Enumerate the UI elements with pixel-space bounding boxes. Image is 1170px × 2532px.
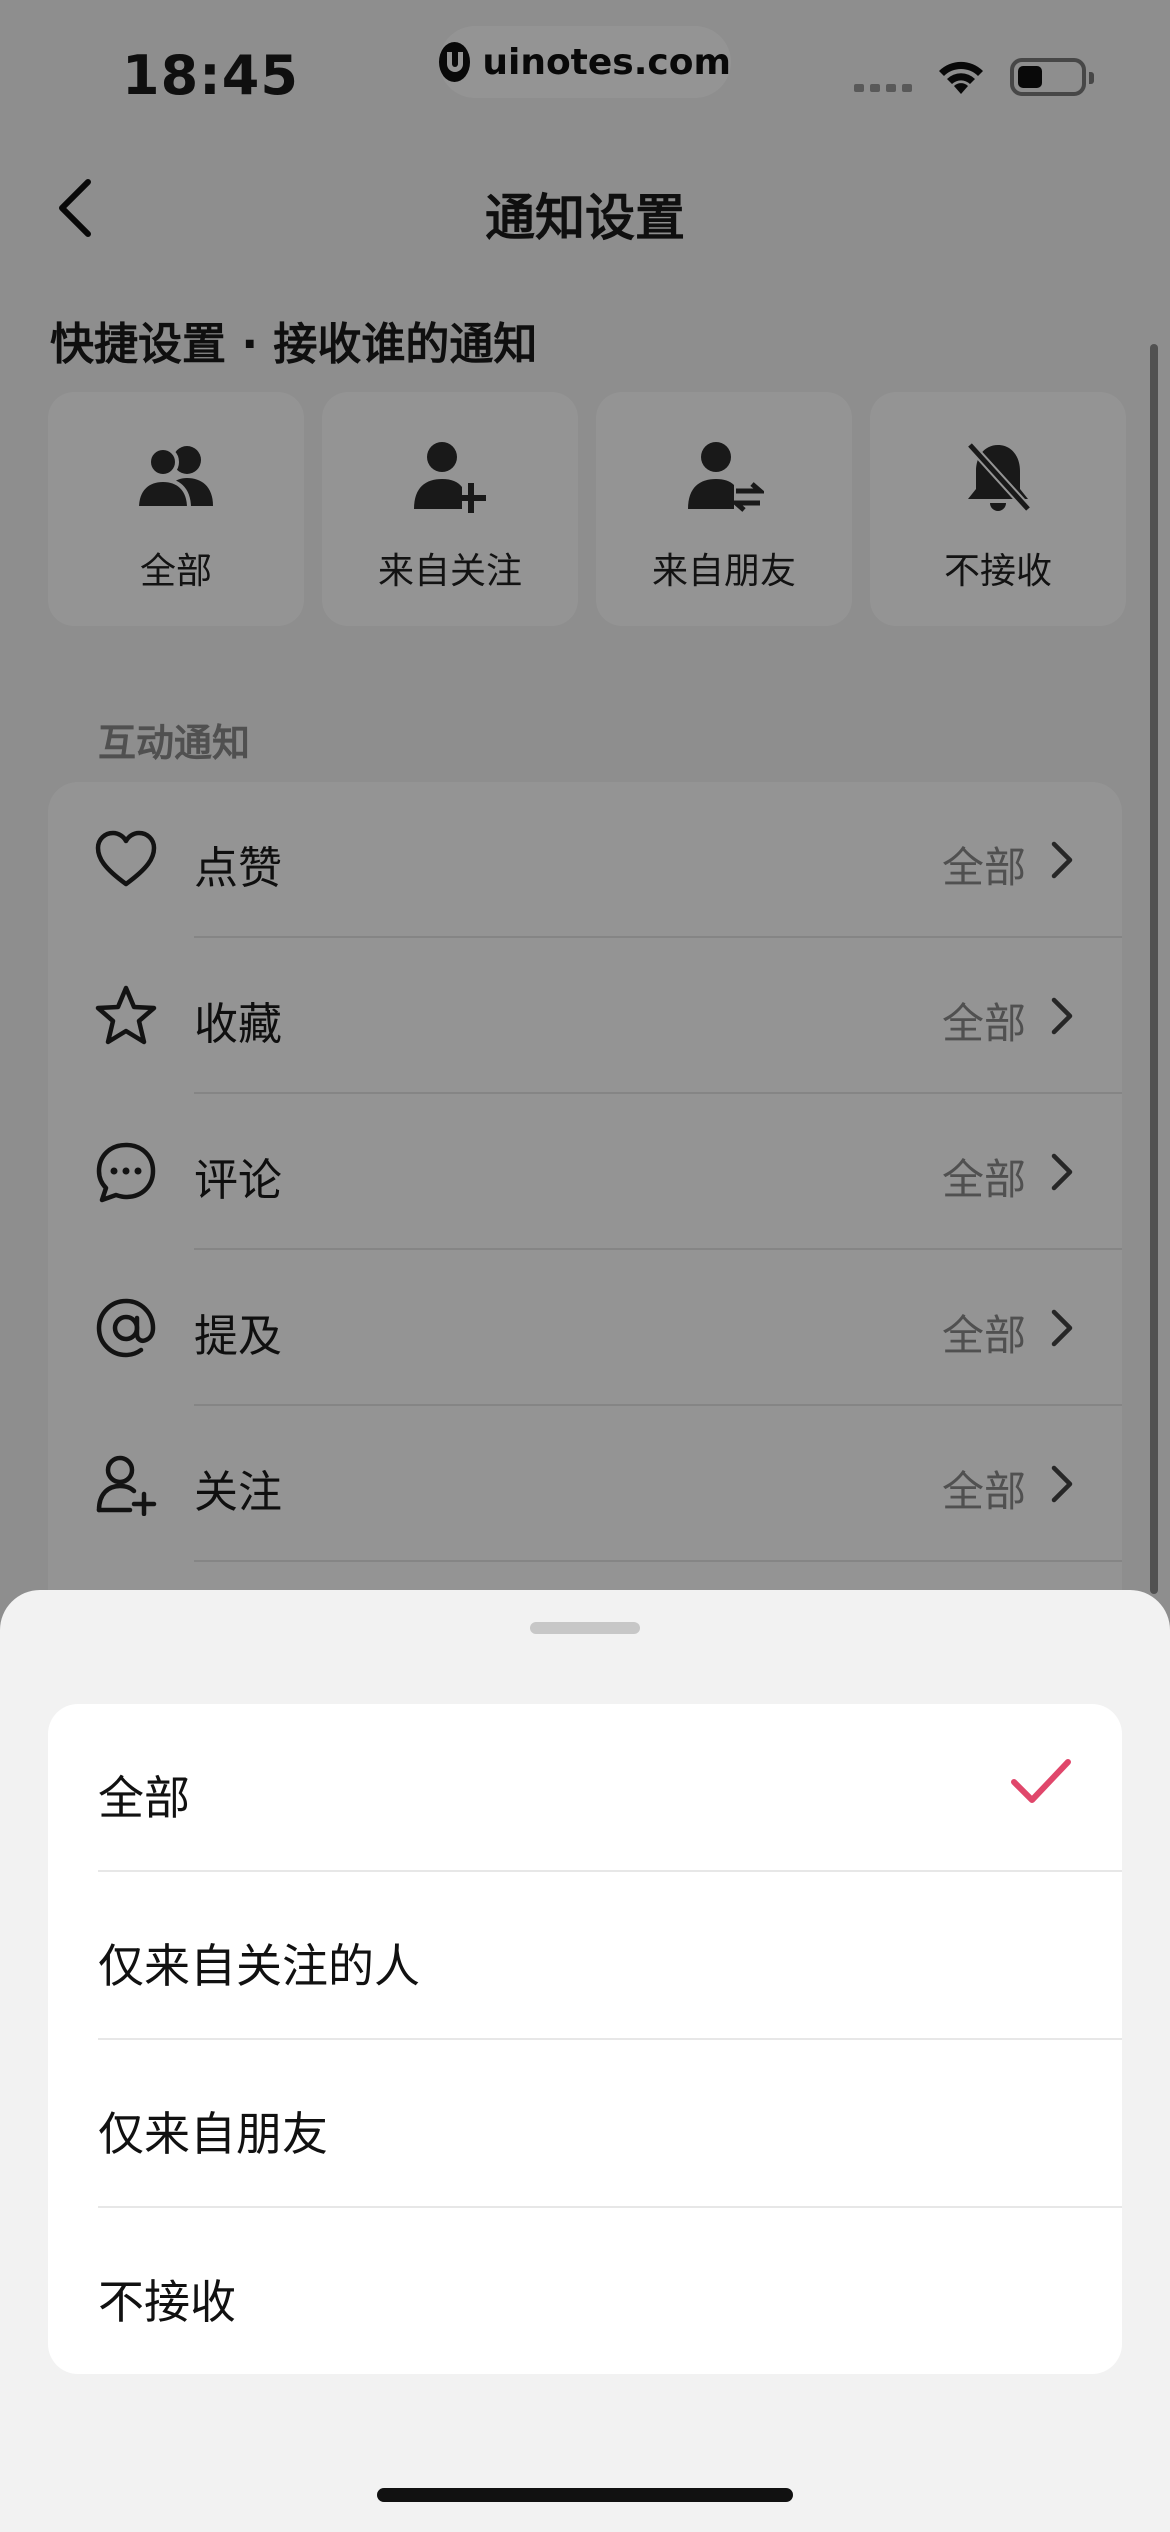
option-label: 全部 — [98, 1771, 190, 1825]
option-label: 仅来自关注的人 — [98, 1939, 420, 1993]
home-indicator[interactable] — [377, 2488, 793, 2502]
option-bottom-sheet: 全部 仅来自关注的人 仅来自朋友 不接收 — [0, 1590, 1170, 2532]
options-list: 全部 仅来自关注的人 仅来自朋友 不接收 — [48, 1704, 1122, 2374]
option-label: 不接收 — [98, 2275, 236, 2329]
checkmark-icon — [1011, 1759, 1071, 1803]
option-label: 仅来自朋友 — [98, 2107, 328, 2161]
sheet-drag-handle[interactable] — [530, 1622, 640, 1634]
option-following-only[interactable]: 仅来自关注的人 — [48, 1872, 1122, 2040]
option-all[interactable]: 全部 — [48, 1704, 1122, 1872]
option-friends-only[interactable]: 仅来自朋友 — [48, 2040, 1122, 2208]
option-none[interactable]: 不接收 — [48, 2208, 1122, 2374]
